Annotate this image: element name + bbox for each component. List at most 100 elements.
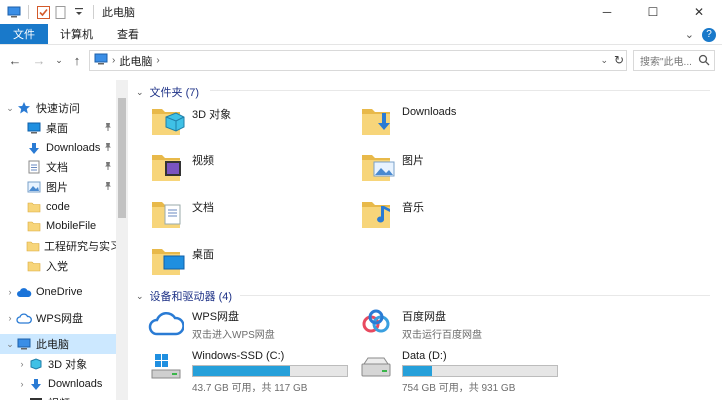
nav-item-label: Downloads: [46, 142, 101, 154]
navigation-scrollbar[interactable]: [116, 80, 128, 400]
back-button[interactable]: ←: [4, 49, 26, 71]
tab-computer[interactable]: 计算机: [48, 24, 105, 44]
nav-item-label: OneDrive: [36, 286, 83, 298]
nav-item-label: 入党: [46, 261, 68, 273]
window-title: 此电脑: [102, 7, 135, 19]
nav-item-label: 文档: [46, 162, 68, 174]
maximize-button[interactable]: ☐: [630, 0, 676, 24]
search-input[interactable]: 搜索"此电...: [633, 50, 715, 71]
drive-usage-fill: [193, 366, 291, 376]
computer-small-icon[interactable]: [6, 4, 22, 20]
folder-icon: [26, 218, 42, 234]
drive-name: Windows-SSD (C:): [192, 350, 285, 362]
folder-item[interactable]: 3D 对象: [150, 100, 231, 144]
help-icon[interactable]: ?: [702, 27, 716, 42]
chevron-right-icon[interactable]: ›: [112, 55, 115, 66]
tab-file[interactable]: 文件: [0, 24, 48, 44]
folder-item[interactable]: 桌面: [150, 240, 214, 284]
up-button[interactable]: ↑: [66, 49, 88, 71]
chevron-right-icon[interactable]: ›: [156, 55, 159, 66]
folder-item[interactable]: Downloads: [360, 100, 456, 144]
nav-item[interactable]: ⌄ 此电脑: [0, 334, 116, 354]
properties-check-icon[interactable]: [35, 4, 51, 20]
address-bar[interactable]: › 此电脑 › ⌄ ↻: [89, 50, 627, 71]
nav-item[interactable]: ⌄ 快速访问: [0, 98, 116, 118]
chevron-right-icon[interactable]: ›: [4, 313, 16, 323]
desktop-folder-icon: [150, 243, 186, 282]
drive-info: WPS网盘 双击进入WPS网盘: [192, 308, 275, 341]
nav-item[interactable]: › 3D 对象: [0, 354, 116, 374]
nav-item[interactable]: 文档: [0, 157, 116, 177]
expand-ribbon-icon[interactable]: ⌄: [685, 28, 694, 41]
nav-item[interactable]: › Downloads: [0, 374, 116, 394]
refresh-icon[interactable]: ↻: [614, 53, 624, 67]
quick-access-toolbar: [0, 0, 100, 24]
nav-item[interactable]: Downloads: [0, 138, 116, 158]
folder-item[interactable]: 音乐: [360, 193, 424, 237]
new-folder-icon[interactable]: [53, 4, 69, 20]
devices-section-header[interactable]: ⌄ 设备和驱动器 (4): [136, 288, 232, 304]
folder-label: 文档: [192, 202, 214, 214]
tab-view[interactable]: 查看: [105, 24, 151, 44]
folder-item[interactable]: 图片: [360, 146, 424, 190]
chevron-down-icon[interactable]: ⌄: [136, 291, 144, 302]
navigation-bar: ← → ⌄ ↑ › 此电脑 › ⌄ ↻ 搜索"此电...: [0, 46, 722, 75]
drive-item[interactable]: Windows-SSD (C:) 43.7 GB 可用，共 117 GB: [148, 350, 348, 394]
star-icon: [16, 100, 32, 116]
chevron-down-icon[interactable]: ⌄: [4, 103, 16, 114]
section-divider: [240, 295, 710, 296]
nav-item[interactable]: › OneDrive: [0, 282, 116, 302]
download-icon: [28, 376, 44, 392]
desktop-icon: [26, 120, 42, 136]
content-pane: ⌄ 文件夹 (7) 3D 对象 Downloads 视频 图片文档 音乐桌面 ⌄ 设备和…: [130, 80, 722, 400]
nav-item[interactable]: ›视频: [0, 393, 116, 400]
search-icon[interactable]: [698, 54, 710, 69]
music-folder-icon: [360, 196, 396, 235]
close-button[interactable]: ✕: [676, 0, 722, 24]
video-icon: [28, 395, 44, 400]
scrollbar-thumb[interactable]: [118, 98, 126, 218]
nav-item-label: 此电脑: [36, 339, 69, 351]
chevron-right-icon[interactable]: ›: [16, 379, 28, 389]
drive-item[interactable]: 百度网盘 双击运行百度网盘: [358, 308, 482, 352]
video-folder-icon: [150, 149, 186, 188]
nav-item-label: 工程研究与实习: [44, 241, 121, 253]
cloud-icon: [16, 284, 32, 300]
folders-section-header[interactable]: ⌄ 文件夹 (7): [136, 84, 199, 100]
drive-usage-bar: [402, 365, 558, 377]
downloads-folder-icon: [360, 103, 396, 142]
nav-item[interactable]: 工程研究与实习: [0, 236, 121, 256]
chevron-right-icon[interactable]: ›: [16, 359, 28, 369]
folder-item[interactable]: 视频: [150, 146, 214, 190]
pin-icon: [104, 181, 112, 192]
nav-item[interactable]: 入党: [0, 256, 116, 276]
nav-item-label: 3D 对象: [48, 359, 88, 371]
drive-item[interactable]: WPS网盘 双击进入WPS网盘: [148, 308, 275, 352]
minimize-button[interactable]: ─: [584, 0, 630, 24]
customize-toolbar-icon[interactable]: [71, 4, 87, 20]
nav-item[interactable]: MobileFile: [0, 216, 116, 236]
address-dropdown-icon[interactable]: ⌄: [600, 55, 608, 66]
search-placeholder: 搜索"此电...: [640, 57, 692, 68]
nav-item[interactable]: code: [0, 197, 116, 217]
forward-button[interactable]: →: [28, 49, 50, 71]
chevron-down-icon[interactable]: ⌄: [136, 87, 144, 98]
toolbar-divider: [93, 5, 94, 19]
folder-icon: [26, 258, 42, 274]
drive-item[interactable]: Data (D:) 754 GB 可用，共 931 GB: [358, 350, 558, 394]
chevron-down-icon[interactable]: ⌄: [4, 339, 16, 350]
nav-item[interactable]: 图片: [0, 177, 116, 197]
nav-item[interactable]: › WPS网盘: [0, 308, 116, 328]
breadcrumb-this-pc[interactable]: 此电脑: [119, 53, 152, 69]
nav-item-label: MobileFile: [46, 220, 97, 232]
folders-section-title: 文件夹 (7): [149, 87, 200, 99]
folder-icon: [26, 238, 40, 254]
pin-icon: [104, 161, 112, 172]
drive-name: 百度网盘: [402, 311, 446, 323]
folder-item[interactable]: 文档: [150, 193, 214, 237]
devices-section-title: 设备和驱动器 (4): [149, 291, 233, 303]
hard-drive-icon: [358, 350, 394, 383]
nav-item[interactable]: 桌面: [0, 118, 116, 138]
nav-item-label: Downloads: [48, 378, 103, 390]
chevron-right-icon[interactable]: ›: [4, 287, 16, 297]
